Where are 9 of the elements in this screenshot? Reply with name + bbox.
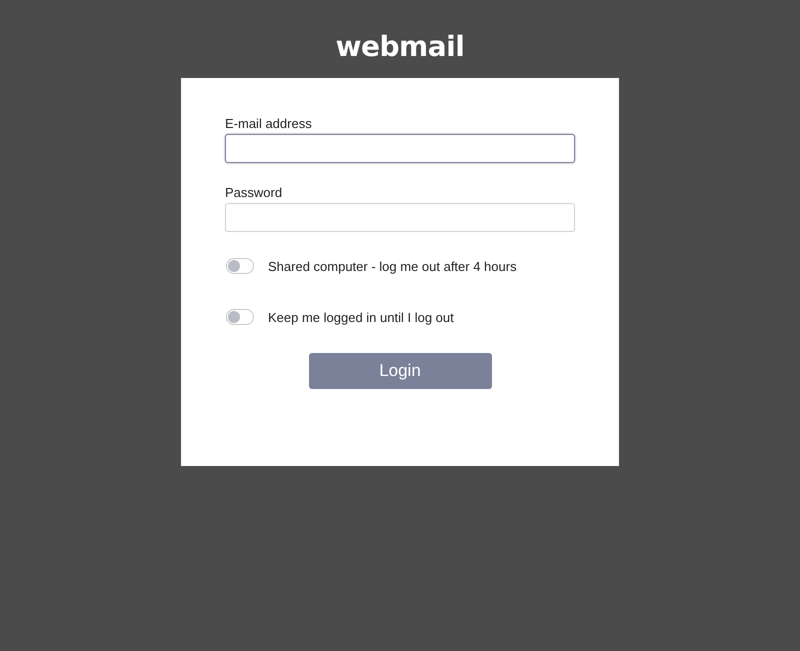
field-label: Password xyxy=(225,185,284,200)
logo: webmail xyxy=(336,30,464,64)
login-button[interactable]: Login xyxy=(308,353,492,389)
toggle-label: Shared computer - log me out after 4 hours xyxy=(268,258,517,274)
field-label: E-mail address xyxy=(225,116,313,131)
input-field[interactable] xyxy=(225,134,575,163)
toggle-switch[interactable] xyxy=(226,258,254,274)
toggle-label: Keep me logged in until I log out xyxy=(268,310,454,324)
toggle-switch[interactable] xyxy=(226,309,254,325)
